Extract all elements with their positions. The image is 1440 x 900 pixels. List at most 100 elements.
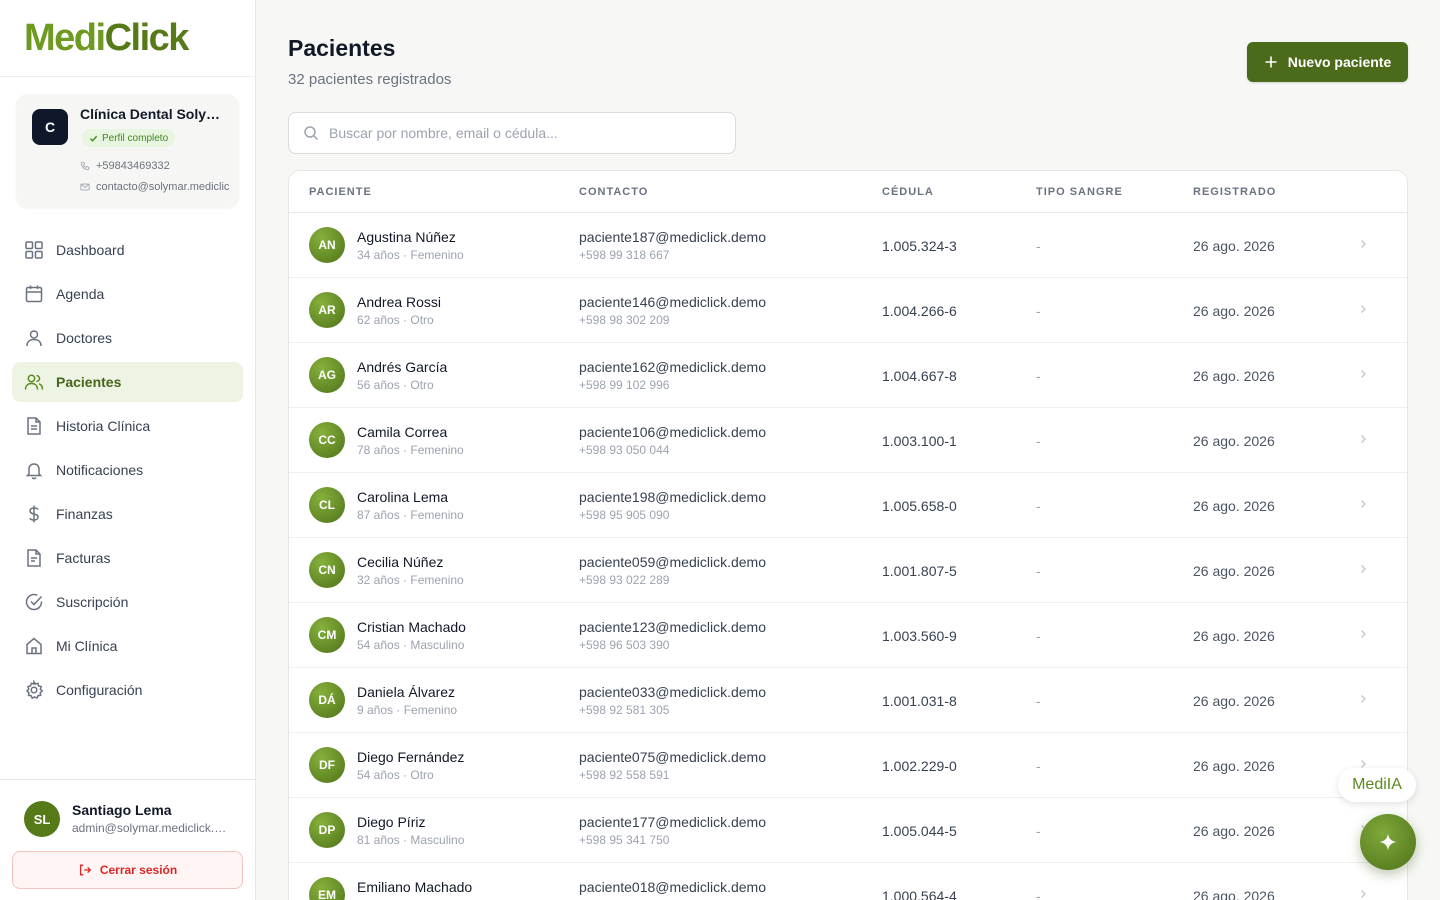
- patient-phone: +598 92 558 591: [579, 768, 670, 782]
- patient-avatar: CL: [309, 487, 345, 523]
- table-row[interactable]: AR Andrea Rossi 62 años · Otro paciente146@…: [289, 278, 1407, 343]
- chevron-right-icon[interactable]: [1357, 498, 1369, 510]
- search-box: [288, 112, 736, 154]
- mail-icon: [80, 183, 90, 191]
- patient-cedula: 1.000.564-4: [882, 888, 957, 900]
- chevron-right-icon[interactable]: [1357, 433, 1369, 445]
- patient-name: Camila Correa: [357, 424, 448, 440]
- nav-item-agenda[interactable]: Agenda: [12, 274, 243, 314]
- badge-label: Perfil completo: [102, 132, 169, 144]
- chevron-right-icon[interactable]: [1357, 888, 1369, 900]
- new-patient-button[interactable]: Nuevo paciente: [1247, 42, 1408, 82]
- users-icon: [24, 374, 44, 390]
- patient-email: paciente106@mediclick.demo: [579, 424, 766, 440]
- patient-avatar: AG: [309, 357, 345, 393]
- patient-blood-type: -: [1036, 238, 1041, 254]
- patient-name: Cecilia Núñez: [357, 554, 444, 570]
- patient-email: paciente123@mediclick.demo: [579, 619, 766, 635]
- patient-name: Andrés García: [357, 359, 448, 375]
- nav-label: Pacientes: [56, 374, 122, 390]
- header-paciente: PACIENTE: [309, 186, 372, 198]
- nav-label: Notificaciones: [56, 462, 144, 478]
- table-row[interactable]: DF Diego Fernández 54 años · Otro paciente0…: [289, 733, 1407, 798]
- nav-item-historia-clinica[interactable]: Historia Clínica: [12, 406, 243, 446]
- patient-email: paciente162@mediclick.demo: [579, 359, 766, 375]
- patient-cedula: 1.001.031-8: [882, 693, 957, 709]
- patient-meta: 54 años · Masculino: [357, 638, 465, 652]
- nav-item-suscripcion[interactable]: Suscripción: [12, 582, 243, 622]
- nav-item-configuracion[interactable]: Configuración: [12, 670, 243, 710]
- file-icon: [27, 417, 41, 435]
- nav-item-pacientes[interactable]: Pacientes: [12, 362, 243, 402]
- table-row[interactable]: DP Diego Píriz 81 años · Masculino paciente…: [289, 798, 1407, 863]
- nav-item-facturas[interactable]: Facturas: [12, 538, 243, 578]
- patient-phone: +598 95 905 090: [579, 508, 670, 522]
- calendar-icon: [25, 285, 43, 303]
- patient-email: paciente018@mediclick.demo: [579, 879, 766, 895]
- assistant-label[interactable]: MediIA: [1338, 768, 1416, 802]
- patient-meta: 81 años · Masculino: [357, 833, 465, 847]
- search-input[interactable]: [329, 125, 709, 141]
- patient-blood-type: -: [1036, 303, 1041, 319]
- chevron-right-icon[interactable]: [1357, 238, 1369, 250]
- app-logo[interactable]: MediClick: [0, 0, 255, 77]
- table-row[interactable]: AG Andrés García 56 años · Otro paciente162…: [289, 343, 1407, 408]
- chevron-right-icon[interactable]: [1357, 368, 1369, 380]
- page-title: Pacientes: [288, 35, 396, 61]
- table-row[interactable]: CN Cecilia Núñez 32 años · Femenino pacient…: [289, 538, 1407, 603]
- table-row[interactable]: AN Agustina Núñez 34 años · Femenino pacien…: [289, 213, 1407, 278]
- logo-part-medi: Medi: [24, 17, 106, 59]
- patient-email: paciente198@mediclick.demo: [579, 489, 766, 505]
- check-circle-icon: [25, 593, 43, 611]
- patient-blood-type: -: [1036, 758, 1041, 774]
- nav-label: Configuración: [56, 682, 143, 698]
- table-row[interactable]: DÁ Daniela Álvarez 9 años · Femenino pacien…: [289, 668, 1407, 733]
- nav-item-doctores[interactable]: Doctores: [12, 318, 243, 358]
- clinic-avatar: C: [32, 109, 68, 145]
- patient-registered: 26 ago. 2026: [1193, 498, 1275, 514]
- patient-phone: +598 99 318 667: [579, 248, 670, 262]
- patient-blood-type: -: [1036, 563, 1041, 579]
- patient-name: Daniela Álvarez: [357, 684, 456, 700]
- patient-registered: 26 ago. 2026: [1193, 823, 1275, 839]
- assistant-button[interactable]: [1360, 814, 1416, 870]
- user-avatar[interactable]: SL: [24, 801, 60, 837]
- patient-cedula: 1.004.667-8: [882, 368, 957, 384]
- logout-button[interactable]: Cerrar sesión: [12, 851, 243, 889]
- chevron-right-icon[interactable]: [1357, 628, 1369, 640]
- table-row[interactable]: CL Carolina Lema 87 años · Femenino pacient…: [289, 473, 1407, 538]
- patient-name: Diego Píriz: [357, 814, 426, 830]
- clinic-name: Clínica Dental Solymar: [80, 106, 230, 122]
- main-nav: Dashboard Agenda Doctores Pacientes Hist…: [12, 230, 243, 714]
- table-body: AN Agustina Núñez 34 años · Femenino pacien…: [289, 213, 1407, 900]
- table-row[interactable]: CC Camila Correa 78 años · Femenino pacient…: [289, 408, 1407, 473]
- nav-label: Facturas: [56, 550, 111, 566]
- clinic-phone-text: +59843469332: [96, 160, 170, 172]
- nav-item-mi-clinica[interactable]: Mi Clínica: [12, 626, 243, 666]
- clinic-card[interactable]: C Clínica Dental Solymar Perfil completo…: [16, 94, 239, 208]
- nav-item-notificaciones[interactable]: Notificaciones: [12, 450, 243, 490]
- nav-label: Agenda: [56, 286, 105, 302]
- patient-phone: +598 93 050 044: [579, 443, 670, 457]
- table-row[interactable]: EM Emiliano Machado paciente018@mediclick.…: [289, 863, 1407, 900]
- patient-avatar: CM: [309, 617, 345, 653]
- patient-name: Agustina Núñez: [357, 229, 456, 245]
- patient-cedula: 1.004.266-6: [882, 303, 957, 319]
- nav-item-dashboard[interactable]: Dashboard: [12, 230, 243, 270]
- patient-cedula: 1.005.658-0: [882, 498, 957, 514]
- chevron-right-icon[interactable]: [1357, 303, 1369, 315]
- nav-item-finanzas[interactable]: Finanzas: [12, 494, 243, 534]
- patient-cedula: 1.001.807-5: [882, 563, 957, 579]
- patient-name: Andrea Rossi: [357, 294, 442, 310]
- patient-meta: 9 años · Femenino: [357, 703, 458, 717]
- patient-email: paciente075@mediclick.demo: [579, 749, 766, 765]
- bell-icon: [25, 463, 43, 480]
- invoice-icon: [27, 549, 41, 567]
- patient-avatar: EM: [309, 877, 345, 900]
- patient-avatar: AR: [309, 292, 345, 328]
- chevron-right-icon[interactable]: [1357, 563, 1369, 575]
- dollar-icon: [29, 505, 39, 523]
- chevron-right-icon[interactable]: [1357, 693, 1369, 705]
- patient-meta: 78 años · Femenino: [357, 443, 464, 457]
- table-row[interactable]: CM Cristian Machado 54 años · Masculino pac…: [289, 603, 1407, 668]
